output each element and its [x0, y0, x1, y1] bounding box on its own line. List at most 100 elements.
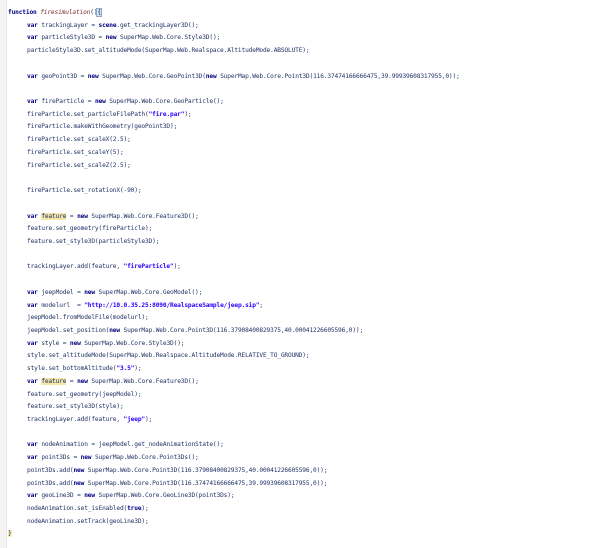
code-string: "http://10.0.35.25:8090/RealspaceSample/… [84, 301, 260, 309]
code-line[interactable]: feature.set_style3D(style); [8, 401, 596, 414]
code-line[interactable]: fireParticle.set_scaleX(2.5); [8, 134, 596, 147]
code-line[interactable]: var modelurl = "http://10.0.35.25:8090/R… [8, 300, 596, 313]
code-keyword: new [105, 34, 120, 42]
code-keyword: new [73, 466, 88, 474]
code-line[interactable]: trackingLayer.add(feature, "fireParticle… [8, 261, 596, 274]
code-text: feature.set_geometry(fireParticle); [27, 225, 153, 233]
code-line[interactable] [8, 83, 596, 96]
code-line[interactable]: var feature = new SuperMap.Web.Core.Feat… [8, 376, 596, 389]
code-line[interactable]: point3Ds.add(new SuperMap.Web.Core.Point… [8, 478, 596, 491]
code-line[interactable]: var nodeAnimation = jeepModel.get_nodeAn… [8, 439, 596, 452]
code-text: ); [184, 110, 192, 118]
code-text: fireParticle.makeWithGeometry(geoPoint3D… [27, 123, 178, 131]
code-text: feature.set_style3D(particleStyle3D); [27, 237, 160, 245]
code-text: style = [41, 339, 70, 347]
code-text: SuperMap.Web.Core.Style3D(); [119, 34, 221, 42]
code-text: fireParticle.set_rotationX(-90); [27, 187, 142, 195]
code-text: point3Ds.add( [27, 466, 74, 474]
code-line[interactable] [8, 274, 596, 287]
code-line[interactable]: var trackingLayer = scene.get_trackingLa… [8, 20, 596, 33]
code-line[interactable]: nodeAnimation.setTrack(geoLine3D); [8, 516, 596, 529]
code-line[interactable] [8, 198, 596, 211]
code-text: nodeAnimation = jeepModel.get_nodeAnimat… [41, 441, 224, 449]
code-text: SuperMap.Web.Core.GeoPoint3D( [102, 72, 206, 80]
code-line[interactable]: fireParticle.set_rotationX(-90); [8, 185, 596, 198]
editor-gutter[interactable] [0, 0, 7, 548]
code-line[interactable]: style.set_altitudeMode(SuperMap.Web.Real… [8, 350, 596, 363]
code-text: ); [144, 416, 153, 423]
code-text: SuperMap.Web.Core.Point3D(116.3747416666… [87, 479, 328, 487]
code-line[interactable]: var particleStyle3D = new SuperMap.Web.C… [8, 32, 596, 45]
code-keyword: new [80, 454, 95, 462]
code-line[interactable]: var geoLine3D = new SuperMap.Web.Core.Ge… [8, 490, 596, 503]
code-text: point3Ds.add( [27, 479, 74, 487]
code-line[interactable] [8, 249, 596, 262]
code-keyword: var [27, 98, 42, 106]
code-line[interactable]: var fireParticle = new SuperMap.Web.Core… [8, 96, 596, 109]
code-line[interactable]: nodeAnimation.set_isEnabled(true); [8, 503, 596, 516]
code-text: SuperMap.Web.Core.Feature3D(); [91, 377, 199, 385]
code-line[interactable]: fireParticle.set_scaleY(5); [8, 147, 596, 160]
code-brace: } [8, 530, 12, 538]
code-text: geoLine3D = [41, 492, 85, 500]
code-line[interactable]: fireParticle.set_particleFilePath("fire.… [8, 109, 596, 122]
code-keyword: var [27, 339, 42, 347]
code-text: trackingLayer.add(feature, [27, 416, 124, 423]
code-text: particleStyle3D = [41, 34, 106, 42]
code-text: SuperMap.Web.Core.GeoModel(); [98, 288, 203, 296]
code-line[interactable]: var feature = new SuperMap.Web.Core.Feat… [8, 211, 596, 224]
code-line[interactable]: function firesimulation(){ [8, 7, 596, 20]
code-text: nodeAnimation.set_isEnabled( [27, 505, 128, 513]
code-line[interactable] [8, 58, 596, 71]
code-text: ; [259, 301, 263, 309]
code-line[interactable]: feature.set_geometry(fireParticle); [8, 223, 596, 236]
code-string: "3.5" [116, 365, 135, 373]
code-line[interactable] [8, 427, 596, 440]
code-string: "fireParticle" [123, 263, 174, 271]
code-keyword: new [84, 288, 99, 296]
code-keyword: var [27, 377, 42, 385]
code-string: "fire.par" [148, 110, 185, 118]
code-lines[interactable]: function firesimulation(){var trackingLa… [8, 7, 596, 541]
code-keyword: new [109, 326, 124, 334]
code-text: trackingLayer.add(feature, [27, 263, 124, 271]
code-line[interactable]: jeepModel.set_position(new SuperMap.Web.… [8, 325, 596, 338]
code-line[interactable]: var geoPoint3D = new SuperMap.Web.Core.G… [8, 71, 596, 84]
code-line[interactable]: var jeepModel = new SuperMap.Web.Core.Ge… [8, 287, 596, 300]
code-text: ); [173, 263, 181, 271]
code-text: SuperMap.Web.Core.Point3D(116.3790840082… [123, 326, 364, 334]
code-line[interactable]: particleStyle3D.set_altitudeMode(SuperMa… [8, 45, 596, 58]
code-text: fireParticle.set_scaleZ(2.5); [27, 161, 131, 169]
code-editor[interactable]: function firesimulation(){var trackingLa… [0, 0, 600, 548]
code-line[interactable] [8, 172, 596, 185]
code-text: SuperMap.Web.Core.Feature3D(); [91, 212, 199, 220]
code-line[interactable]: jeepModel.fromModelFile(modelurl); [8, 312, 596, 325]
code-text: point3Ds = [41, 454, 81, 462]
code-line[interactable]: } [8, 528, 596, 541]
code-line[interactable]: trackingLayer.add(feature, "jeep"); [8, 414, 596, 427]
code-keyword: new [205, 72, 221, 80]
code-text: ); [141, 505, 149, 513]
code-line[interactable]: var point3Ds = new SuperMap.Web.Core.Poi… [8, 452, 596, 465]
code-text: = [66, 377, 78, 385]
code-highlighted-word: feature [41, 377, 67, 385]
code-line[interactable]: var style = new SuperMap.Web.Core.Style3… [8, 338, 596, 351]
code-line[interactable]: style.set_bottomAltitude("3.5"); [8, 363, 596, 376]
code-line[interactable]: feature.set_geometry(jeepModel); [8, 389, 596, 402]
code-text: = [66, 212, 78, 220]
code-line[interactable]: point3Ds.add(new SuperMap.Web.Core.Point… [8, 465, 596, 478]
code-line[interactable]: feature.set_style3D(particleStyle3D); [8, 236, 596, 249]
code-text: SuperMap.Web.Core.Style3D(); [84, 339, 185, 347]
code-line[interactable]: fireParticle.set_scaleZ(2.5); [8, 160, 596, 173]
code-keyword: new [84, 492, 99, 500]
code-keyword: var [27, 21, 42, 29]
code-keyword: var [27, 454, 42, 462]
code-keyword: function [8, 9, 41, 16]
code-text: jeepModel.set_position( [27, 326, 110, 334]
code-text: feature.set_geometry(jeepModel); [27, 390, 142, 398]
code-keyword: var [27, 34, 42, 42]
code-highlighted-word: feature [41, 212, 67, 220]
code-line[interactable]: fireParticle.makeWithGeometry(geoPoint3D… [8, 121, 596, 134]
code-text: feature.set_style3D(style); [27, 403, 124, 411]
code-keyword: scene [98, 21, 117, 29]
